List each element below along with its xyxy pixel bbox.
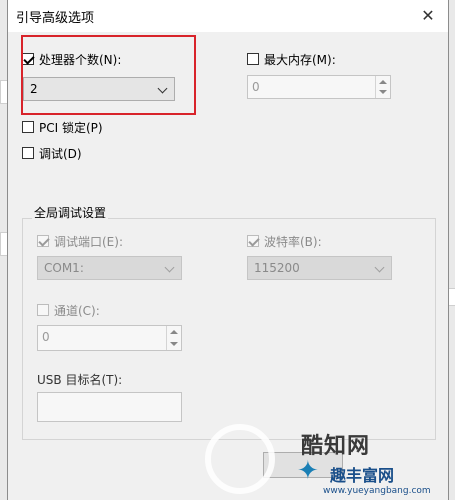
baud-rate-value: 115200 [254,261,300,275]
watermark-logo-circle [205,424,275,494]
chevron-down-icon [374,262,385,273]
spinner-up-icon[interactable] [379,80,387,84]
group-title: 全局调试设置 [32,204,109,221]
title-bar[interactable]: 引导高级选项 ✕ [8,0,448,32]
spinner-down-icon[interactable] [379,90,387,94]
chevron-down-icon [164,262,175,273]
channel-value: 0 [42,330,50,344]
max-memory-spinner[interactable]: 0 [247,75,391,99]
debug-port-label: 调试端口(E): [54,235,123,249]
dialog-title: 引导高级选项 [16,11,95,26]
watermark-fish-icon: ✦ [297,456,319,486]
debug-port-select[interactable]: COM1: [37,256,182,280]
max-memory-value: 0 [252,80,260,94]
debug-port-value: COM1: [44,261,84,275]
max-memory-checkbox[interactable] [247,53,259,65]
usb-target-input[interactable] [37,392,182,422]
usb-target-label: USB 目标名(T): [37,373,123,387]
spinner-buttons[interactable] [166,326,181,350]
debug-checkbox[interactable] [22,147,34,159]
channel-checkbox[interactable] [37,304,49,316]
channel-spinner[interactable]: 0 [37,325,182,351]
debug-label: 调试(D) [39,147,82,161]
spinner-up-icon[interactable] [170,330,178,334]
watermark: 酷知网 ✦ 趣丰富网 www.yueyangbang.com [205,418,455,500]
max-memory-label: 最大内存(M): [264,53,336,67]
pci-lock-checkbox[interactable] [22,121,34,133]
baud-rate-select[interactable]: 115200 [247,256,392,280]
watermark-url: www.yueyangbang.com [323,486,431,496]
watermark-sub: 趣丰富网 [330,466,395,485]
baud-rate-checkbox[interactable] [247,235,259,247]
spinner-buttons[interactable] [375,76,390,98]
debug-port-checkbox[interactable] [37,235,49,247]
baud-rate-label: 波特率(B): [264,235,322,249]
close-icon[interactable]: ✕ [416,4,440,28]
highlight-box [21,35,196,115]
channel-label: 通道(C): [54,304,100,318]
spinner-down-icon[interactable] [170,342,178,346]
pci-lock-label: PCI 锁定(P) [39,121,103,135]
